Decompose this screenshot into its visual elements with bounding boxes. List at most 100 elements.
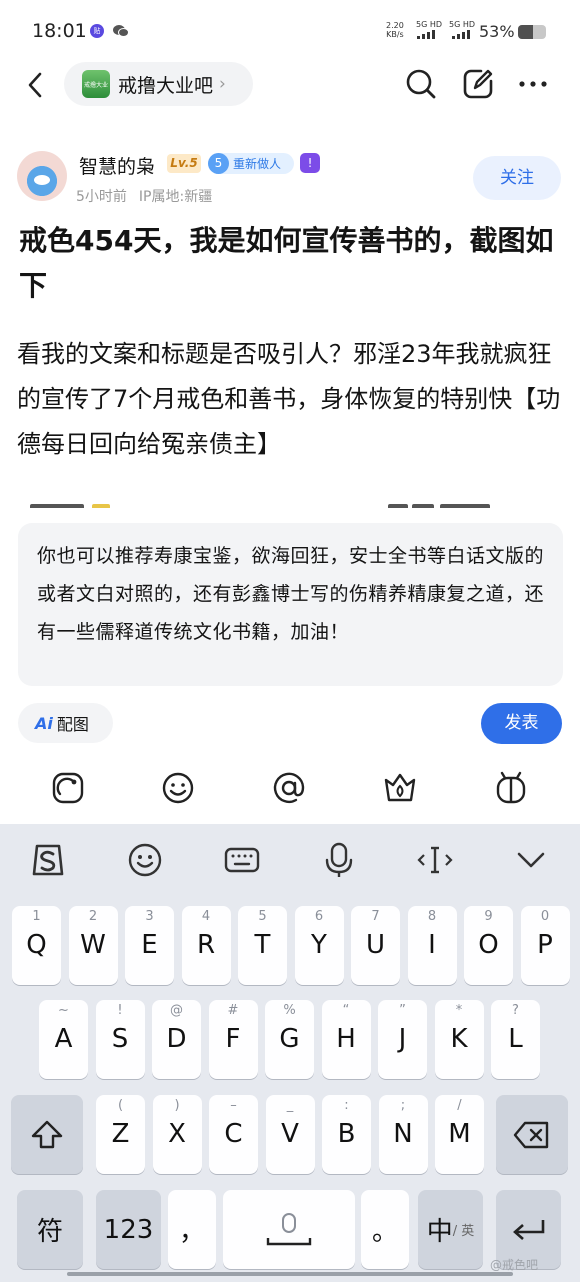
key-m[interactable]: / M <box>435 1095 484 1174</box>
vip-icon: ! <box>300 153 320 173</box>
key-hint: ! <box>117 1003 123 1018</box>
emoji-icon[interactable] <box>160 770 196 806</box>
language-switch-key[interactable]: 中 / 英 <box>418 1190 483 1269</box>
period-key[interactable]: 。 <box>361 1190 409 1269</box>
key-hint: ; <box>400 1098 406 1113</box>
author-name[interactable]: 智慧的枭 <box>79 152 155 179</box>
reply-input[interactable]: 你也可以推荐寿康宝鉴，欲海回狂，安士全书等白话文版的或者文白对照的，还有彭鑫博士… <box>18 523 563 686</box>
key-y[interactable]: 6Y <box>294 906 344 985</box>
key-a[interactable]: ~ A <box>39 1000 88 1079</box>
collapse-keyboard-icon[interactable] <box>511 840 551 880</box>
at-mention-icon[interactable] <box>271 770 307 806</box>
key-x[interactable]: ) X <box>152 1095 202 1174</box>
top-nav: 戒撸大业 戒撸大业吧 › <box>0 62 580 108</box>
key-label: Q <box>26 930 47 960</box>
key-label: M <box>448 1119 471 1149</box>
key-o[interactable]: 9O <box>464 906 513 985</box>
key-f[interactable]: # F <box>208 1000 258 1079</box>
key-label: A <box>54 1024 73 1054</box>
key-q[interactable]: 1Q <box>12 906 61 985</box>
key-hint: : <box>344 1098 349 1113</box>
cursor-move-icon[interactable] <box>415 840 455 880</box>
key-g[interactable]: % G <box>265 1000 314 1079</box>
enter-icon <box>512 1219 544 1240</box>
keyboard-emoji-icon[interactable] <box>125 840 165 880</box>
key-h[interactable]: “H <box>321 1000 371 1079</box>
ai-image-label: 配图 <box>56 715 89 734</box>
keyboard-layout-icon[interactable] <box>222 840 262 880</box>
back-arrow-icon[interactable] <box>22 68 50 102</box>
compose-icon[interactable] <box>461 67 495 101</box>
space-key[interactable] <box>223 1190 355 1269</box>
key-label: N <box>393 1119 413 1149</box>
shift-arrow-icon <box>31 1120 63 1148</box>
key-v[interactable]: _ V <box>265 1095 315 1174</box>
honor-badge: 5 重新做人 <box>208 153 294 174</box>
key-l[interactable]: ? L <box>491 1000 540 1079</box>
key-label: B <box>337 1119 356 1149</box>
sticker-icon[interactable] <box>50 770 86 806</box>
sim2-label: 5G HD <box>449 20 476 29</box>
key-hint: 0 <box>540 909 550 924</box>
key-label: G <box>279 1024 300 1054</box>
gift-icon[interactable] <box>382 770 418 806</box>
publish-button[interactable]: 发表 <box>481 703 562 744</box>
home-indicator[interactable] <box>67 1272 513 1276</box>
key-hint: _ <box>286 1098 294 1113</box>
key-c[interactable]: – C <box>209 1095 258 1174</box>
author-avatar[interactable] <box>17 151 67 201</box>
key-label: O <box>478 930 499 960</box>
key-label: Z <box>111 1119 130 1149</box>
key-hint: 8 <box>427 909 437 924</box>
key-label: E <box>141 930 158 960</box>
forum-chip[interactable]: 戒撸大业 戒撸大业吧 › <box>64 62 253 106</box>
key-hint: 1 <box>32 909 41 924</box>
key-label: R <box>196 930 216 960</box>
key-label: C <box>224 1119 243 1149</box>
key-d[interactable]: @ D <box>152 1000 201 1079</box>
key-b[interactable]: :B <box>322 1095 371 1174</box>
key-hint: / <box>457 1098 462 1113</box>
key-s[interactable]: ! S <box>95 1000 145 1079</box>
key-label: I <box>428 930 436 960</box>
key-hint: 3 <box>145 909 154 924</box>
composer-toolbar <box>0 770 580 812</box>
key-label: U <box>365 930 386 960</box>
key-hint: “ <box>342 1003 350 1018</box>
sogou-logo-icon[interactable] <box>28 840 68 880</box>
magic-icon[interactable] <box>493 770 529 806</box>
number-key[interactable]: 123 <box>96 1190 161 1269</box>
status-bar: 18:01 贴 2.20 KB/s 5G HD 5G HD 53% <box>0 0 580 62</box>
level-badge: Lv.5 <box>167 154 201 173</box>
key-z[interactable]: (Z <box>96 1095 145 1174</box>
key-k[interactable]: * K <box>434 1000 484 1079</box>
key-hint: ” <box>399 1003 406 1018</box>
key-w[interactable]: 2W <box>68 906 118 985</box>
key-u[interactable]: 7U <box>351 906 400 985</box>
key-label: F <box>225 1024 241 1054</box>
comma-key[interactable]: ， <box>168 1190 216 1269</box>
search-icon[interactable] <box>404 67 438 101</box>
symbol-key[interactable]: 符 <box>17 1190 83 1269</box>
key-e[interactable]: 3E <box>125 906 174 985</box>
backspace-key[interactable] <box>496 1095 568 1174</box>
key-hint: – <box>230 1098 237 1113</box>
shift-key[interactable] <box>11 1095 83 1174</box>
key-r[interactable]: 4R <box>181 906 231 985</box>
ai-image-button[interactable]: Ai 配图 <box>18 703 113 743</box>
key-n[interactable]: ; N <box>378 1095 428 1174</box>
key-i[interactable]: 8I <box>407 906 457 985</box>
key-hint: 4 <box>201 909 211 924</box>
key-j[interactable]: ” J <box>378 1000 427 1079</box>
voice-input-icon[interactable] <box>319 840 359 880</box>
key-hint: 6 <box>314 909 324 924</box>
key-t[interactable]: 5T <box>238 906 287 985</box>
follow-button[interactable]: 关注 <box>473 156 561 200</box>
more-options-icon[interactable] <box>516 67 550 101</box>
key-label: D <box>166 1024 187 1054</box>
soft-keyboard: 1Q2W3E4R5T6Y7U8I9O0P ~ A! S @ D # F% G “H” J * K? L … <box>0 824 580 1282</box>
key-label: Y <box>311 930 327 960</box>
reply-composer: 你也可以推荐寿康宝鉴，欲海回狂，安士全书等白话文版的或者文白对照的，还有彭鑫博士… <box>0 508 580 824</box>
key-p[interactable]: 0P <box>520 906 570 985</box>
watermark: @戒色吧 <box>490 1258 539 1272</box>
